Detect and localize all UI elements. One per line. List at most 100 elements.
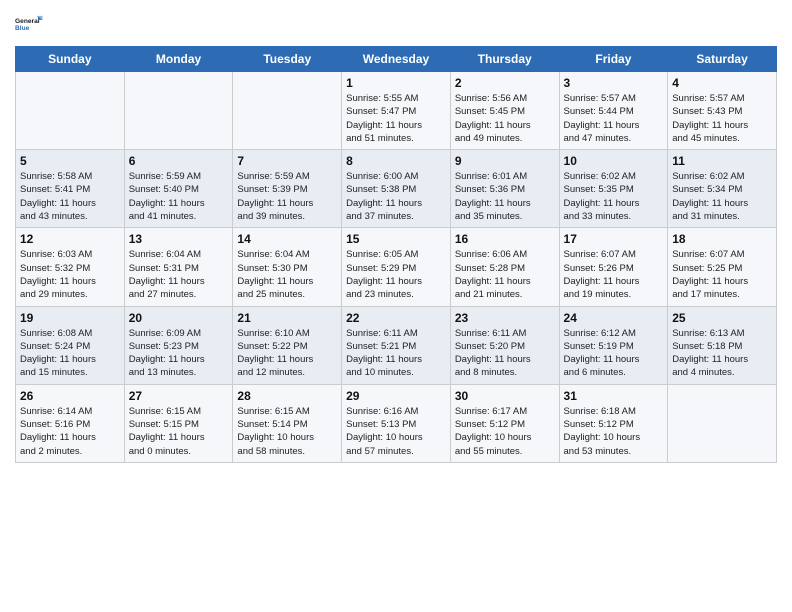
calendar-week-row: 5 Sunrise: 5:58 AMSunset: 5:41 PMDaylight… bbox=[16, 150, 777, 228]
calendar-cell: 26 Sunrise: 6:14 AMSunset: 5:16 PMDayligh… bbox=[16, 384, 125, 462]
day-info: Sunrise: 6:13 AMSunset: 5:18 PMDaylight:… bbox=[672, 327, 772, 380]
calendar-cell: 3 Sunrise: 5:57 AMSunset: 5:44 PMDaylight… bbox=[559, 72, 668, 150]
day-number: 16 bbox=[455, 232, 555, 246]
calendar-week-row: 26 Sunrise: 6:14 AMSunset: 5:16 PMDayligh… bbox=[16, 384, 777, 462]
day-info: Sunrise: 6:12 AMSunset: 5:19 PMDaylight:… bbox=[564, 327, 664, 380]
calendar-cell: 23Sunrise: 6:11 AMSunset: 5:20 PMDayligh… bbox=[450, 306, 559, 384]
day-info: Sunrise: 6:05 AMSunset: 5:29 PMDaylight:… bbox=[346, 248, 446, 301]
day-number: 18 bbox=[672, 232, 772, 246]
day-info: Sunrise: 6:15 AMSunset: 5:15 PMDaylight:… bbox=[129, 405, 229, 458]
day-number: 12 bbox=[20, 232, 120, 246]
day-number: 30 bbox=[455, 389, 555, 403]
calendar-cell: 22Sunrise: 6:11 AMSunset: 5:21 PMDayligh… bbox=[342, 306, 451, 384]
day-number: 10 bbox=[564, 154, 664, 168]
day-number: 29 bbox=[346, 389, 446, 403]
day-info: Sunrise: 5:58 AMSunset: 5:41 PMDaylight:… bbox=[20, 170, 120, 223]
calendar-cell: 4Sunrise: 5:57 AMSunset: 5:43 PMDaylight… bbox=[668, 72, 777, 150]
day-number: 25 bbox=[672, 311, 772, 325]
logo: General Blue bbox=[15, 10, 43, 38]
calendar-cell: 15 Sunrise: 6:05 AMSunset: 5:29 PMDayligh… bbox=[342, 228, 451, 306]
calendar-week-row: 12Sunrise: 6:03 AMSunset: 5:32 PMDayligh… bbox=[16, 228, 777, 306]
calendar-cell: 1Sunrise: 5:55 AMSunset: 5:47 PMDaylight… bbox=[342, 72, 451, 150]
calendar-cell: 14 Sunrise: 6:04 AMSunset: 5:30 PMDayligh… bbox=[233, 228, 342, 306]
calendar-cell: 11 Sunrise: 6:02 AMSunset: 5:34 PMDayligh… bbox=[668, 150, 777, 228]
day-number: 17 bbox=[564, 232, 664, 246]
day-number: 14 bbox=[237, 232, 337, 246]
calendar-cell bbox=[668, 384, 777, 462]
svg-text:Blue: Blue bbox=[15, 25, 30, 32]
calendar-cell: 30Sunrise: 6:17 AMSunset: 5:12 PMDayligh… bbox=[450, 384, 559, 462]
svg-text:General: General bbox=[15, 18, 40, 25]
weekday-header-thursday: Thursday bbox=[450, 47, 559, 72]
day-number: 19 bbox=[20, 311, 120, 325]
day-info: Sunrise: 6:15 AMSunset: 5:14 PMDaylight:… bbox=[237, 405, 337, 458]
calendar-cell: 28 Sunrise: 6:15 AMSunset: 5:14 PMDayligh… bbox=[233, 384, 342, 462]
day-info: Sunrise: 6:04 AMSunset: 5:31 PMDaylight:… bbox=[129, 248, 229, 301]
day-number: 15 bbox=[346, 232, 446, 246]
logo-icon: General Blue bbox=[15, 10, 43, 38]
day-number: 9 bbox=[455, 154, 555, 168]
day-number: 27 bbox=[129, 389, 229, 403]
calendar-cell: 29 Sunrise: 6:16 AMSunset: 5:13 PMDayligh… bbox=[342, 384, 451, 462]
day-info: Sunrise: 5:56 AMSunset: 5:45 PMDaylight:… bbox=[455, 92, 555, 145]
weekday-header-monday: Monday bbox=[124, 47, 233, 72]
calendar-cell: 27 Sunrise: 6:15 AMSunset: 5:15 PMDayligh… bbox=[124, 384, 233, 462]
day-number: 22 bbox=[346, 311, 446, 325]
calendar-cell: 16 Sunrise: 6:06 AMSunset: 5:28 PMDayligh… bbox=[450, 228, 559, 306]
day-info: Sunrise: 5:55 AMSunset: 5:47 PMDaylight:… bbox=[346, 92, 446, 145]
day-number: 31 bbox=[564, 389, 664, 403]
calendar-cell: 25 Sunrise: 6:13 AMSunset: 5:18 PMDayligh… bbox=[668, 306, 777, 384]
day-info: Sunrise: 6:07 AMSunset: 5:26 PMDaylight:… bbox=[564, 248, 664, 301]
calendar-cell: 13 Sunrise: 6:04 AMSunset: 5:31 PMDayligh… bbox=[124, 228, 233, 306]
day-info: Sunrise: 6:06 AMSunset: 5:28 PMDaylight:… bbox=[455, 248, 555, 301]
weekday-header-friday: Friday bbox=[559, 47, 668, 72]
day-info: Sunrise: 6:11 AMSunset: 5:20 PMDaylight:… bbox=[455, 327, 555, 380]
calendar-cell: 17 Sunrise: 6:07 AMSunset: 5:26 PMDayligh… bbox=[559, 228, 668, 306]
day-number: 20 bbox=[129, 311, 229, 325]
day-info: Sunrise: 6:08 AMSunset: 5:24 PMDaylight:… bbox=[20, 327, 120, 380]
day-info: Sunrise: 5:59 AMSunset: 5:40 PMDaylight:… bbox=[129, 170, 229, 223]
page: General Blue SundayMondayTuesdayWednesda… bbox=[0, 0, 792, 612]
day-info: Sunrise: 5:57 AMSunset: 5:43 PMDaylight:… bbox=[672, 92, 772, 145]
calendar-cell: 2 Sunrise: 5:56 AMSunset: 5:45 PMDaylight… bbox=[450, 72, 559, 150]
day-number: 11 bbox=[672, 154, 772, 168]
calendar-cell: 21Sunrise: 6:10 AMSunset: 5:22 PMDayligh… bbox=[233, 306, 342, 384]
calendar-cell: 9 Sunrise: 6:01 AMSunset: 5:36 PMDaylight… bbox=[450, 150, 559, 228]
calendar-cell: 5 Sunrise: 5:58 AMSunset: 5:41 PMDaylight… bbox=[16, 150, 125, 228]
day-info: Sunrise: 5:57 AMSunset: 5:44 PMDaylight:… bbox=[564, 92, 664, 145]
calendar-cell: 18 Sunrise: 6:07 AMSunset: 5:25 PMDayligh… bbox=[668, 228, 777, 306]
calendar-cell bbox=[16, 72, 125, 150]
day-info: Sunrise: 6:00 AMSunset: 5:38 PMDaylight:… bbox=[346, 170, 446, 223]
day-number: 5 bbox=[20, 154, 120, 168]
day-info: Sunrise: 6:02 AMSunset: 5:34 PMDaylight:… bbox=[672, 170, 772, 223]
weekday-header-sunday: Sunday bbox=[16, 47, 125, 72]
calendar-cell: 12Sunrise: 6:03 AMSunset: 5:32 PMDayligh… bbox=[16, 228, 125, 306]
calendar-week-row: 19 Sunrise: 6:08 AMSunset: 5:24 PMDayligh… bbox=[16, 306, 777, 384]
day-info: Sunrise: 6:14 AMSunset: 5:16 PMDaylight:… bbox=[20, 405, 120, 458]
day-info: Sunrise: 6:16 AMSunset: 5:13 PMDaylight:… bbox=[346, 405, 446, 458]
day-info: Sunrise: 6:10 AMSunset: 5:22 PMDaylight:… bbox=[237, 327, 337, 380]
calendar-week-row: 1Sunrise: 5:55 AMSunset: 5:47 PMDaylight… bbox=[16, 72, 777, 150]
day-number: 3 bbox=[564, 76, 664, 90]
day-number: 26 bbox=[20, 389, 120, 403]
day-info: Sunrise: 5:59 AMSunset: 5:39 PMDaylight:… bbox=[237, 170, 337, 223]
day-number: 2 bbox=[455, 76, 555, 90]
calendar-cell: 31 Sunrise: 6:18 AMSunset: 5:12 PMDayligh… bbox=[559, 384, 668, 462]
day-info: Sunrise: 6:09 AMSunset: 5:23 PMDaylight:… bbox=[129, 327, 229, 380]
weekday-header-wednesday: Wednesday bbox=[342, 47, 451, 72]
day-number: 13 bbox=[129, 232, 229, 246]
day-info: Sunrise: 6:18 AMSunset: 5:12 PMDaylight:… bbox=[564, 405, 664, 458]
day-number: 24 bbox=[564, 311, 664, 325]
day-info: Sunrise: 6:02 AMSunset: 5:35 PMDaylight:… bbox=[564, 170, 664, 223]
calendar-cell bbox=[124, 72, 233, 150]
calendar-cell: 8Sunrise: 6:00 AMSunset: 5:38 PMDaylight… bbox=[342, 150, 451, 228]
calendar-cell: 19 Sunrise: 6:08 AMSunset: 5:24 PMDayligh… bbox=[16, 306, 125, 384]
weekday-header-row: SundayMondayTuesdayWednesdayThursdayFrid… bbox=[16, 47, 777, 72]
weekday-header-tuesday: Tuesday bbox=[233, 47, 342, 72]
calendar-cell bbox=[233, 72, 342, 150]
day-number: 28 bbox=[237, 389, 337, 403]
day-info: Sunrise: 6:01 AMSunset: 5:36 PMDaylight:… bbox=[455, 170, 555, 223]
day-info: Sunrise: 6:07 AMSunset: 5:25 PMDaylight:… bbox=[672, 248, 772, 301]
day-info: Sunrise: 6:04 AMSunset: 5:30 PMDaylight:… bbox=[237, 248, 337, 301]
calendar-cell: 20 Sunrise: 6:09 AMSunset: 5:23 PMDayligh… bbox=[124, 306, 233, 384]
